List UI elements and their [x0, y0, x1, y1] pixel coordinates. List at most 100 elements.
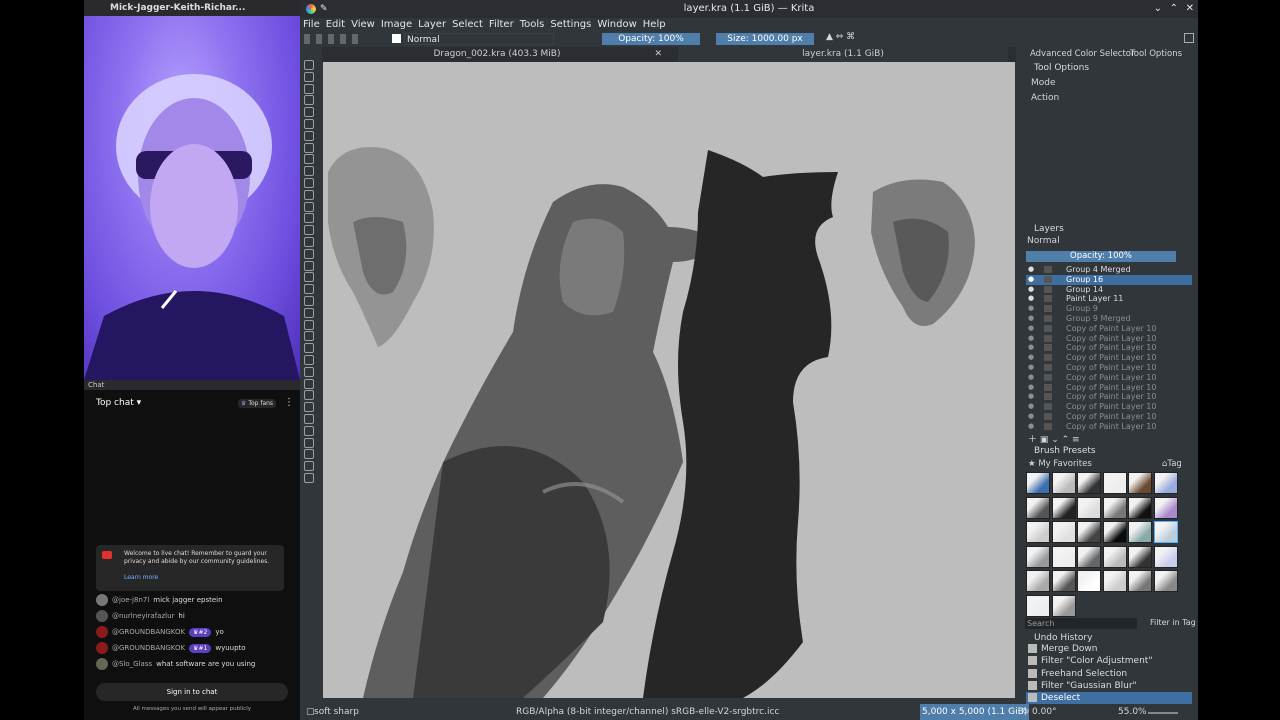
maximize-icon[interactable]: ⌃	[1170, 0, 1178, 18]
more-options-icon[interactable]: ⋮	[284, 397, 294, 408]
layer-row[interactable]: ● Copy of Paint Layer 10	[1026, 392, 1192, 402]
brush-preset-icon[interactable]	[392, 34, 401, 43]
brush-preset-thumbnail[interactable]	[1077, 472, 1101, 494]
visibility-icon[interactable]: ●	[1028, 373, 1034, 383]
visibility-icon[interactable]: ●	[1028, 265, 1034, 275]
brush-preset-thumbnail[interactable]	[1051, 594, 1076, 617]
tool-icon[interactable]	[304, 390, 314, 401]
tab-dragon-002[interactable]: Dragon_002.kra (403.3 MiB) ✕	[332, 47, 663, 62]
menu-layer[interactable]: Layer	[415, 18, 449, 32]
tool-icon[interactable]	[304, 107, 314, 118]
brush-preset-thumbnail[interactable]	[1026, 594, 1050, 617]
layer-row[interactable]: ● Copy of Paint Layer 10	[1026, 383, 1192, 393]
layer-row[interactable]: ● Copy of Paint Layer 10	[1026, 373, 1192, 383]
brush-preset-thumbnail[interactable]	[1051, 472, 1076, 494]
tool-icon[interactable]	[304, 355, 314, 365]
avatar[interactable]	[96, 642, 108, 654]
filter-in-tag-checkbox[interactable]: Filter in Tag	[1150, 618, 1196, 627]
tool-icon[interactable]	[304, 71, 314, 82]
visibility-icon[interactable]: ●	[1028, 422, 1034, 432]
tab-layer[interactable]: layer.kra (1.1 GiB)	[678, 47, 1008, 62]
layer-row[interactable]: ● Group 9 Merged	[1026, 314, 1192, 324]
layer-row[interactable]: ● Copy of Paint Layer 10	[1026, 324, 1192, 334]
layer-row[interactable]: ● Copy of Paint Layer 10	[1026, 412, 1192, 422]
tool-icon[interactable]	[304, 83, 314, 94]
chat-author[interactable]: @GROUNDBANGKOK	[112, 628, 185, 636]
brush-preset-thumbnail[interactable]	[1051, 521, 1076, 543]
visibility-icon[interactable]: ●	[1028, 294, 1034, 304]
brush-preset-thumbnail[interactable]	[1153, 496, 1178, 519]
tool-icon[interactable]	[304, 95, 314, 106]
minimize-icon[interactable]: ⌄	[1154, 0, 1162, 18]
tool-icon[interactable]	[304, 260, 314, 271]
menu-filter[interactable]: Filter	[486, 18, 517, 32]
toolbar-icons[interactable]	[304, 34, 364, 44]
tool-icon[interactable]	[304, 189, 314, 200]
menu-edit[interactable]: Edit	[323, 18, 348, 32]
tool-icon[interactable]	[304, 213, 314, 224]
status-zoom[interactable]: 55.0%	[1118, 704, 1147, 720]
tool-icon[interactable]	[304, 414, 314, 424]
visibility-icon[interactable]: ●	[1028, 353, 1034, 363]
visibility-icon[interactable]: ●	[1028, 334, 1034, 344]
menu-view[interactable]: View	[348, 18, 378, 32]
brush-preset-thumbnail[interactable]	[1128, 472, 1152, 494]
visibility-icon[interactable]: ●	[1028, 304, 1034, 314]
pin-icon[interactable]: ✎	[320, 0, 328, 18]
top-fans-button[interactable]: ♛ Top fans	[238, 399, 277, 408]
brush-preset-thumbnail[interactable]	[1026, 570, 1050, 592]
tool-icon[interactable]	[304, 248, 314, 259]
tool-icon[interactable]	[304, 402, 314, 413]
zoom-slider[interactable]	[1148, 712, 1178, 714]
rotation-icon[interactable]: ↻	[1022, 704, 1030, 720]
visibility-icon[interactable]: ●	[1028, 343, 1034, 353]
brush-preset-thumbnail[interactable]	[1051, 545, 1076, 568]
chat-author[interactable]: @Slo_Glass	[112, 660, 152, 668]
brush-preset-thumbnail[interactable]	[1128, 496, 1152, 519]
avatar[interactable]	[96, 610, 108, 622]
avatar[interactable]	[96, 594, 108, 606]
tool-icon[interactable]	[304, 119, 314, 129]
layer-row[interactable]: ● Paint Layer 11	[1026, 294, 1192, 304]
visibility-icon[interactable]: ●	[1028, 402, 1034, 412]
sign-in-to-chat-button[interactable]: Sign in to chat	[96, 683, 288, 701]
undo-history-item[interactable]: Filter "Gaussian Blur"	[1026, 680, 1192, 692]
layer-row[interactable]: ● Copy of Paint Layer 10	[1026, 422, 1192, 432]
brush-preset-thumbnail[interactable]	[1153, 521, 1178, 543]
tool-icon[interactable]	[304, 343, 314, 354]
tool-icon[interactable]	[304, 307, 314, 318]
layout-icon[interactable]	[1184, 33, 1194, 43]
status-rotation[interactable]: 0.00°	[1032, 704, 1057, 720]
layers-opacity-slider[interactable]: Opacity: 100%	[1026, 251, 1176, 262]
tool-icon[interactable]	[304, 130, 314, 141]
brush-preset-thumbnail[interactable]	[1077, 496, 1101, 519]
blend-mode-select[interactable]: Normal	[404, 33, 554, 45]
brush-tag-select[interactable]: ★ My Favorites	[1028, 459, 1092, 469]
chat-author[interactable]: @GROUNDBANGKOK	[112, 644, 185, 652]
brush-preset-thumbnail[interactable]	[1128, 545, 1152, 568]
tool-icon[interactable]	[304, 296, 314, 306]
menu-select[interactable]: Select	[449, 18, 486, 32]
brush-preset-thumbnail[interactable]	[1153, 472, 1178, 494]
brush-preset-thumbnail[interactable]	[1102, 496, 1127, 519]
top-chat-dropdown[interactable]: Top chat ▾	[96, 398, 141, 408]
menu-window[interactable]: Window	[594, 18, 639, 32]
layer-row[interactable]: ● Group 9	[1026, 304, 1192, 314]
mirror-icon[interactable]: ▲ ⇔ ⌘	[826, 32, 855, 42]
size-slider[interactable]: Size: 1000.00 px	[716, 33, 814, 45]
brush-preset-thumbnail[interactable]	[1102, 545, 1127, 568]
tool-icon[interactable]	[304, 461, 314, 472]
brush-preset-thumbnail[interactable]	[1153, 545, 1178, 568]
layer-row[interactable]: ● Copy of Paint Layer 10	[1026, 343, 1192, 353]
tool-icon[interactable]	[304, 272, 314, 283]
tool-icon[interactable]	[304, 142, 314, 153]
visibility-icon[interactable]: ●	[1028, 314, 1034, 324]
layers-blend-mode[interactable]: Normal	[1027, 236, 1060, 246]
layer-row[interactable]: ● Copy of Paint Layer 10	[1026, 334, 1192, 344]
tab-close-icon[interactable]: ✕	[654, 47, 662, 62]
layer-row[interactable]: ● Group 14	[1026, 285, 1192, 295]
brush-preset-thumbnail[interactable]	[1153, 570, 1178, 592]
brush-preset-thumbnail[interactable]	[1051, 570, 1076, 592]
tool-icon[interactable]	[304, 366, 314, 377]
visibility-icon[interactable]: ●	[1028, 383, 1034, 393]
